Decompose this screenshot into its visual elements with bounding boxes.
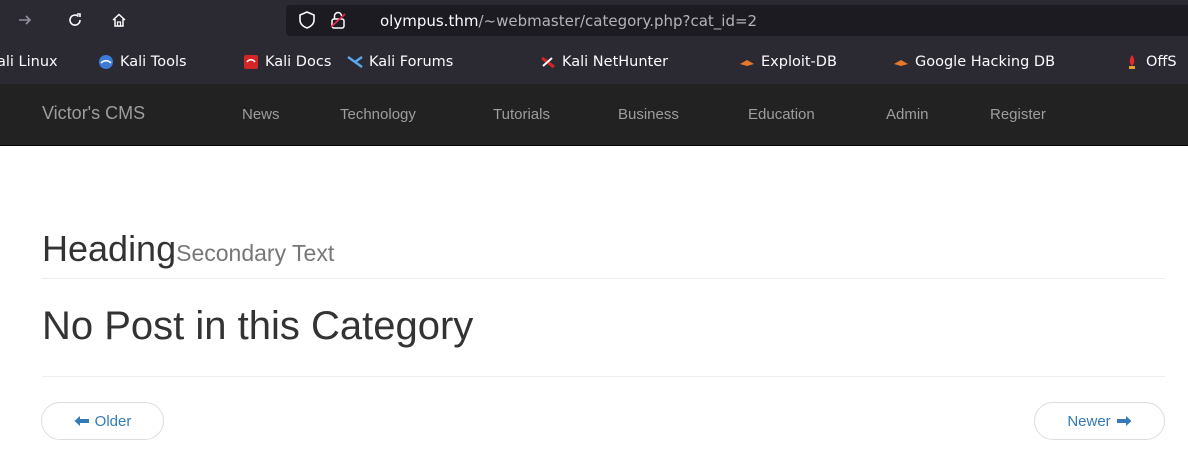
bookmark-label: Kali Docs [265,54,332,70]
page-header: HeadingSecondary Text [42,228,1165,270]
no-post-message: No Post in this Category [42,304,474,348]
bookmark-label: Kali NetHunter [562,54,669,70]
forward-icon[interactable] [8,0,42,40]
nav-link-technology[interactable]: Technology [340,106,416,123]
page-heading-secondary: Secondary Text [176,240,335,266]
older-label: Older [94,412,132,430]
newer-button[interactable]: Newer [1034,402,1165,440]
bookmark-offsec[interactable]: OffS [1124,40,1177,84]
content-divider [42,376,1165,377]
bookmark-exploit-db[interactable]: Exploit-DB [739,40,837,84]
url-path: /~webmaster/category.php?cat_id=2 [478,12,758,30]
url-text[interactable]: olympus.thm/~webmaster/category.php?cat_… [380,12,757,30]
nethunter-icon [540,54,556,70]
older-button[interactable]: Older [41,402,164,440]
nav-link-education[interactable]: Education [748,106,815,123]
bookmark-label: ali Linux [0,54,58,70]
arrow-right-icon [1116,415,1132,427]
bookmark-kali-forums[interactable]: Kali Forums [347,40,453,84]
url-bar[interactable]: olympus.thm/~webmaster/category.php?cat_… [286,5,1188,36]
kali-tools-icon [98,54,114,70]
bookmark-kali-linux[interactable]: ali Linux [0,40,58,84]
bookmark-label: Google Hacking DB [915,54,1056,70]
kali-forums-icon [347,54,363,70]
reload-icon[interactable] [58,0,92,40]
site-brand[interactable]: Victor's CMS [42,103,145,124]
site-navbar: Victor's CMS News Technology Tutorials B… [0,84,1188,146]
nav-link-admin[interactable]: Admin [886,106,929,123]
url-host: olympus.thm [380,12,479,30]
arrow-left-icon [74,415,90,427]
bookmark-kali-nethunter[interactable]: Kali NetHunter [540,40,668,84]
bookmark-google-hacking-db[interactable]: Google Hacking DB [893,40,1055,84]
lock-icon[interactable] [328,10,348,34]
bookmarks-bar: ali Linux Kali Tools Kali Docs Kali Foru… [0,40,1188,84]
bookmark-kali-tools[interactable]: Kali Tools [98,40,187,84]
home-icon[interactable] [102,0,136,40]
bookmark-label: Kali Tools [120,54,187,70]
bookmark-kali-docs[interactable]: Kali Docs [243,40,331,84]
kali-docs-icon [243,54,259,70]
nav-link-register[interactable]: Register [990,106,1046,123]
bookmark-label: Kali Forums [369,54,454,70]
nav-link-tutorials[interactable]: Tutorials [493,106,550,123]
ghdb-icon [893,54,909,70]
exploit-db-icon [739,54,755,70]
offsec-icon [1124,54,1140,70]
page-heading: Heading [42,228,177,269]
nav-link-business[interactable]: Business [618,106,679,123]
nav-link-news[interactable]: News [242,106,280,123]
newer-label: Newer [1067,412,1111,430]
shield-icon[interactable] [298,10,316,34]
browser-toolbar: olympus.thm/~webmaster/category.php?cat_… [0,0,1188,40]
bookmark-label: Exploit-DB [761,54,837,70]
bookmark-label: OffS [1146,54,1177,70]
header-divider [42,278,1165,279]
